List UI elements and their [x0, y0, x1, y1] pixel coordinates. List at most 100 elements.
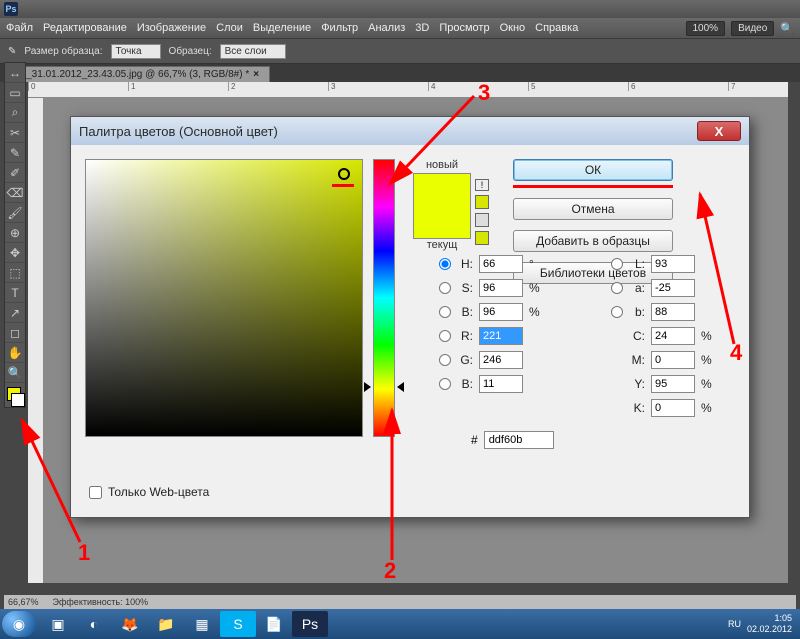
blur-tool-icon[interactable]: ⬚ — [5, 263, 25, 283]
m-label: M: — [629, 353, 645, 367]
lab-cmyk-fields: L: a: b: C: % M: % Y: % K: % — [611, 255, 715, 417]
hand-tool-icon[interactable]: ✋ — [5, 343, 25, 363]
sample-layers-dropdown[interactable]: Все слои — [220, 44, 286, 59]
h-input[interactable] — [479, 255, 523, 273]
color-preview-swatch[interactable] — [413, 173, 471, 239]
hue-slider-arrow-right-icon[interactable] — [397, 382, 404, 392]
s-input[interactable] — [479, 279, 523, 297]
g-input[interactable] — [479, 351, 523, 369]
gradient-tool-icon[interactable]: ✥ — [5, 243, 25, 263]
eraser-tool-icon[interactable]: ⌫ — [5, 183, 25, 203]
color-field[interactable] — [85, 159, 363, 437]
taskbar-explorer-icon[interactable]: 📁 — [148, 611, 184, 637]
h-label: H: — [457, 257, 473, 271]
shape-tool-icon[interactable]: ◻ — [5, 323, 25, 343]
web-only-checkbox[interactable] — [89, 486, 102, 499]
taskbar-app-7[interactable]: 📄 — [256, 611, 292, 637]
menu-image[interactable]: Изображение — [137, 22, 206, 34]
hex-input[interactable] — [484, 431, 554, 449]
websafe-swatch[interactable] — [475, 231, 489, 245]
zoom-dropdown[interactable]: 100% — [686, 21, 726, 36]
dialog-titlebar[interactable]: Палитра цветов (Основной цвет) X — [71, 117, 749, 145]
menu-view[interactable]: Просмотр — [439, 22, 489, 34]
sample-size-label: Размер образца: — [24, 46, 102, 57]
sample-label: Образец: — [169, 46, 212, 57]
search-icon[interactable]: 🔍 — [780, 22, 794, 35]
tray-lang[interactable]: RU — [728, 619, 741, 629]
type-tool-icon[interactable]: T — [5, 283, 25, 303]
bv-radio[interactable] — [439, 306, 451, 318]
healing-tool-icon[interactable]: ✐ — [5, 163, 25, 183]
menu-bar: Файл Редактирование Изображение Слои Выд… — [0, 18, 800, 38]
h-radio[interactable] — [439, 258, 451, 270]
m-input[interactable] — [651, 351, 695, 369]
system-tray[interactable]: RU 1:05 02.02.2012 — [728, 613, 798, 635]
tray-clock[interactable]: 1:05 02.02.2012 — [747, 613, 792, 635]
bb-input[interactable] — [479, 375, 523, 393]
taskbar-firefox-icon[interactable]: 🦊 — [112, 611, 148, 637]
add-to-swatches-button[interactable]: Добавить в образцы — [513, 230, 673, 252]
cancel-button[interactable]: Отмена — [513, 198, 673, 220]
sample-size-dropdown[interactable]: Точка — [111, 44, 161, 59]
lasso-tool-icon[interactable]: ⌕ — [5, 103, 25, 123]
close-tab-icon[interactable]: × — [253, 69, 259, 80]
r-radio[interactable] — [439, 330, 451, 342]
hue-slider[interactable] — [373, 159, 395, 437]
menu-window[interactable]: Окно — [500, 22, 526, 34]
move-tool-icon[interactable]: ↔ — [5, 63, 25, 83]
menu-select[interactable]: Выделение — [253, 22, 311, 34]
crop-tool-icon[interactable]: ✂ — [5, 123, 25, 143]
new-color-label: новый — [426, 159, 458, 171]
gamut-warning-icon[interactable]: ! — [475, 179, 489, 191]
a-input[interactable] — [651, 279, 695, 297]
menu-layers[interactable]: Слои — [216, 22, 243, 34]
c-input[interactable] — [651, 327, 695, 345]
background-color-swatch[interactable] — [11, 393, 25, 407]
status-zoom[interactable]: 66,67% — [8, 597, 39, 607]
path-tool-icon[interactable]: ↗ — [5, 303, 25, 323]
hue-slider-arrow-left-icon[interactable] — [364, 382, 371, 392]
gamut-swatch[interactable] — [475, 195, 489, 209]
annotation-underline-4 — [513, 185, 673, 188]
zoom-tool-icon[interactable]: 🔍 — [5, 363, 25, 383]
taskbar-app-2[interactable]: ◐ — [76, 611, 112, 637]
y-input[interactable] — [651, 375, 695, 393]
color-picker-dialog: Палитра цветов (Основной цвет) X новый т… — [70, 116, 750, 518]
b-radio[interactable] — [611, 306, 623, 318]
brush-tool-icon[interactable]: 🖌 — [5, 203, 25, 223]
ok-button[interactable]: ОК — [513, 159, 673, 181]
a-radio[interactable] — [611, 282, 623, 294]
g-radio[interactable] — [439, 354, 451, 366]
start-button[interactable]: ◉ — [2, 611, 36, 637]
menu-3d[interactable]: 3D — [415, 22, 429, 34]
marquee-tool-icon[interactable]: ▭ — [5, 83, 25, 103]
dialog-close-button[interactable]: X — [697, 121, 741, 141]
clone-tool-icon[interactable]: ⊕ — [5, 223, 25, 243]
workspace-dropdown[interactable]: Видео — [731, 21, 774, 36]
menu-analysis[interactable]: Анализ — [368, 22, 405, 34]
document-tab[interactable]: 18_31.01.2012_23.43.05.jpg @ 66,7% (3, R… — [4, 66, 270, 82]
taskbar-app-1[interactable]: ▣ — [40, 611, 76, 637]
l-radio[interactable] — [611, 258, 623, 270]
menu-edit[interactable]: Редактирование — [43, 22, 127, 34]
taskbar-app-5[interactable]: ▦ — [184, 611, 220, 637]
current-color-label: текущ — [427, 239, 458, 251]
k-unit: % — [701, 401, 715, 415]
l-input[interactable] — [651, 255, 695, 273]
bb-radio[interactable] — [439, 378, 451, 390]
bv-input[interactable] — [479, 303, 523, 321]
taskbar-photoshop-icon[interactable]: Ps — [292, 611, 328, 637]
s-radio[interactable] — [439, 282, 451, 294]
k-input[interactable] — [651, 399, 695, 417]
bv-unit: % — [529, 305, 543, 319]
taskbar-skype-icon[interactable]: S — [220, 611, 256, 637]
lab-b-input[interactable] — [651, 303, 695, 321]
menu-filter[interactable]: Фильтр — [321, 22, 358, 34]
menu-file[interactable]: Файл — [6, 22, 33, 34]
document-tabs: 18_31.01.2012_23.43.05.jpg @ 66,7% (3, R… — [0, 64, 800, 82]
r-input[interactable] — [479, 327, 523, 345]
menu-help[interactable]: Справка — [535, 22, 578, 34]
websafe-warning-icon[interactable] — [475, 213, 489, 227]
eyedropper-tool-icon[interactable]: ✎ — [5, 143, 25, 163]
h-unit: ° — [529, 257, 543, 271]
